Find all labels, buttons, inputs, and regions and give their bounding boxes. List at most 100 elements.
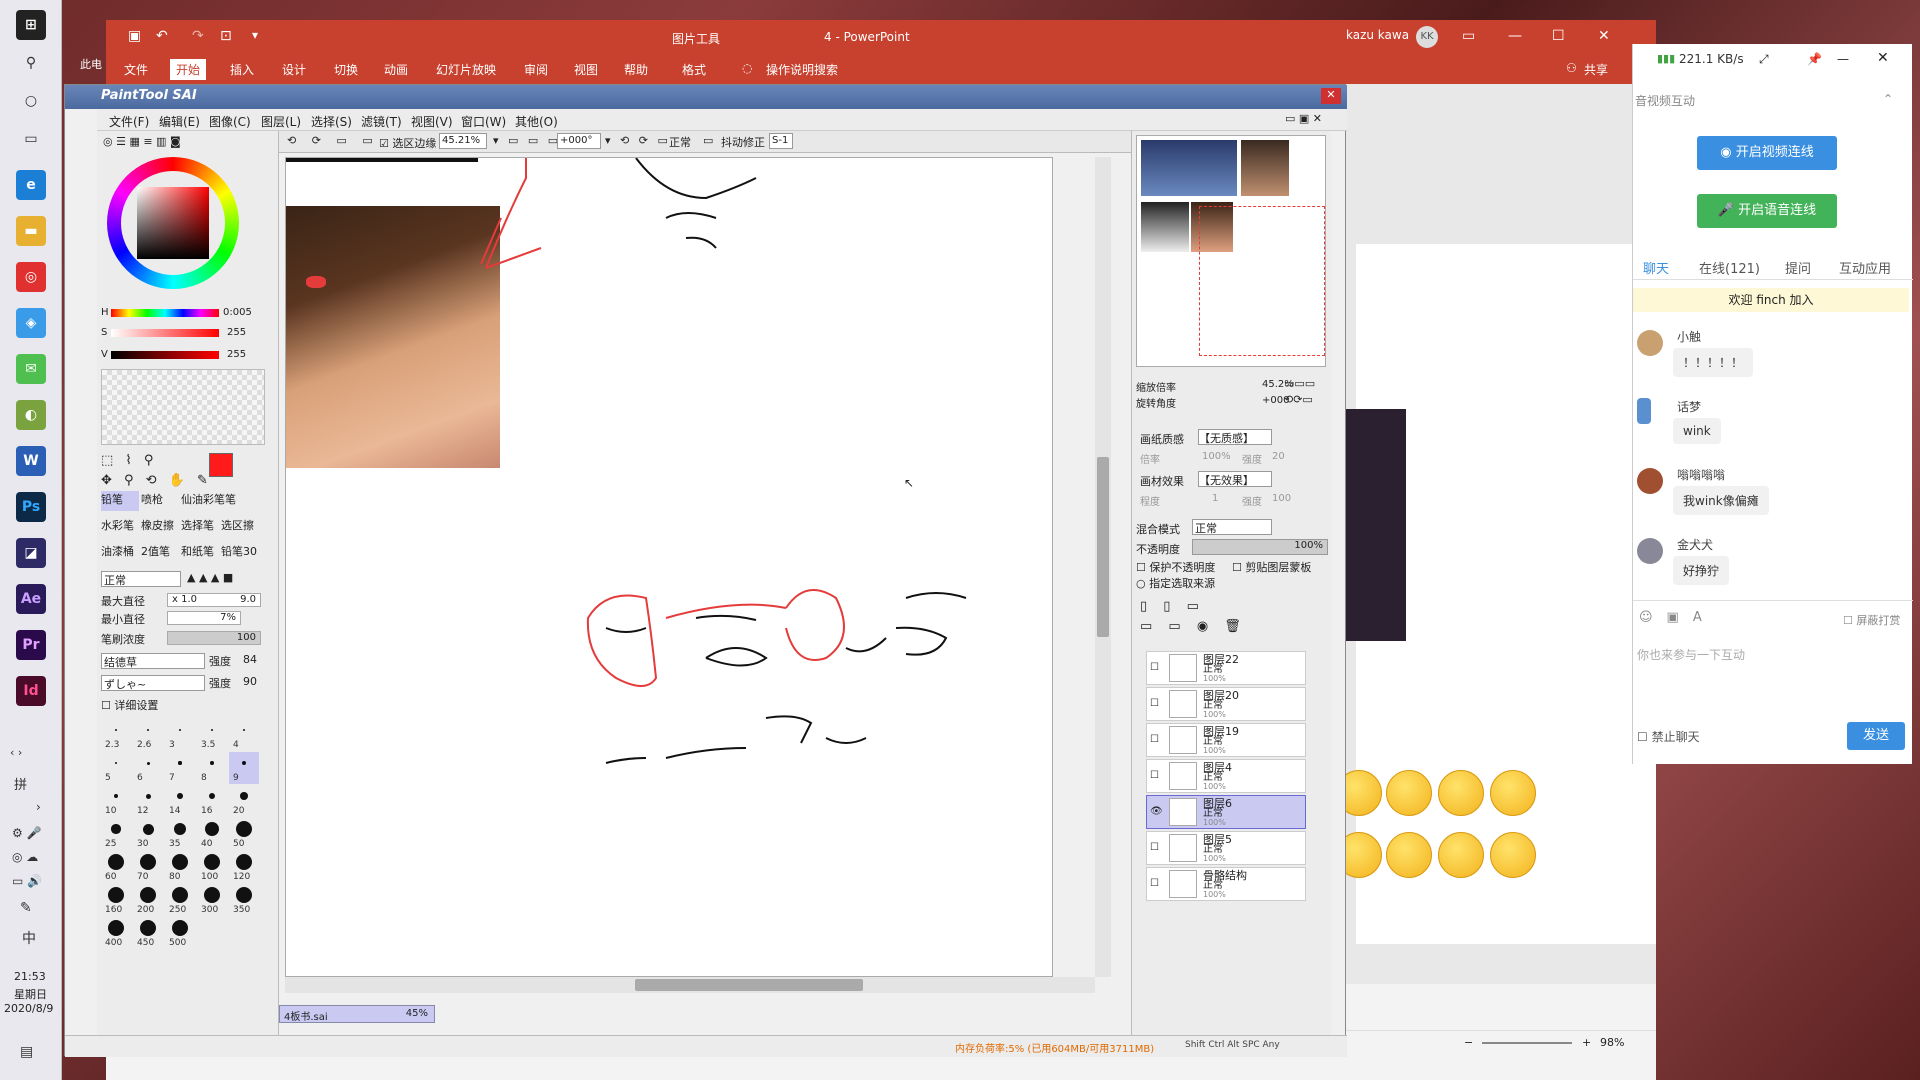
saturation-slider[interactable] xyxy=(111,329,219,337)
paper-texture-select[interactable]: 【无质感】 xyxy=(1198,429,1272,445)
brush-size-cell[interactable]: 300 xyxy=(197,884,227,916)
save-icon[interactable]: ▣ xyxy=(128,28,141,44)
zoom-field[interactable]: 45.21% xyxy=(439,133,487,149)
share-button[interactable]: 共享 xyxy=(1584,61,1608,78)
notification-icon[interactable]: ▤ xyxy=(20,1044,33,1060)
canvas-horizontal-scrollbar[interactable] xyxy=(285,977,1095,993)
detail-settings-checkbox[interactable]: ☐ 详细设置 xyxy=(101,697,158,713)
menu-window[interactable]: 窗口(W) xyxy=(461,113,506,130)
task-view-icon[interactable]: ▭ xyxy=(16,124,46,154)
menu-filter[interactable]: 滤镜(T) xyxy=(361,113,402,130)
blend-select[interactable]: 正常 xyxy=(1192,519,1272,535)
tab-animations[interactable]: 动画 xyxy=(384,61,408,78)
undo-icon[interactable]: ↶ xyxy=(156,28,168,44)
brush-size-cell[interactable]: 2.6 xyxy=(133,719,163,751)
brush-size-cell[interactable]: 35 xyxy=(165,818,195,850)
premiere-rush-icon[interactable]: ◪ xyxy=(16,538,46,568)
pin-icon[interactable]: 📌 xyxy=(1807,52,1822,66)
volume-icon[interactable]: ▭ 🔊 xyxy=(12,874,42,888)
brush-size-cell[interactable]: 80 xyxy=(165,851,195,883)
minimize-chat-icon[interactable]: — xyxy=(1837,52,1849,66)
visibility-toggle[interactable]: ☐ xyxy=(1150,734,1159,745)
tab-slideshow[interactable]: 幻灯片放映 xyxy=(436,61,496,78)
tool-oil-brush[interactable]: 仙油彩笔 xyxy=(181,491,225,507)
texture-strength-value[interactable]: 84 xyxy=(243,653,257,666)
brush-size-cell[interactable]: 40 xyxy=(197,818,227,850)
tab-design[interactable]: 设计 xyxy=(282,61,306,78)
brush-size-cell[interactable]: 5 xyxy=(101,752,131,784)
brush-size-cell[interactable]: 250 xyxy=(165,884,195,916)
brush-size-cell[interactable]: 70 xyxy=(133,851,163,883)
selection-tools[interactable]: ⬚ ⌇ ⚲ xyxy=(101,453,157,468)
ribbon-display-icon[interactable]: ▭ xyxy=(1462,28,1475,44)
menu-layer[interactable]: 图层(L) xyxy=(261,113,301,130)
hscroll-thumb[interactable] xyxy=(635,979,863,991)
canvas-vertical-scrollbar[interactable] xyxy=(1095,157,1111,977)
taskbar-scroll-arrows[interactable]: ‹ › xyxy=(10,746,22,759)
tab-review[interactable]: 审阅 xyxy=(524,61,548,78)
layer-row[interactable]: ☐ 图层5 正常 100% xyxy=(1146,831,1306,865)
input-toolbar-icons[interactable]: ☺▣A xyxy=(1639,610,1716,625)
tab-chat[interactable]: 聊天 xyxy=(1643,258,1669,277)
tab-view[interactable]: 视图 xyxy=(574,61,598,78)
rotate-buttons[interactable]: ▾ ⟲ ⟳ ▭ xyxy=(605,134,671,147)
slide-image[interactable] xyxy=(1346,409,1406,641)
brush-size-cell[interactable]: 500 xyxy=(165,917,195,949)
ban-chat-checkbox[interactable]: ☐ 禁止聊天 xyxy=(1637,728,1700,745)
chat-input[interactable]: 你也来参与一下互动 xyxy=(1637,646,1745,663)
brush-size-cell[interactable]: 350 xyxy=(229,884,259,916)
visibility-toggle[interactable]: 👁 xyxy=(1150,806,1163,817)
send-button[interactable]: 发送 xyxy=(1847,722,1905,750)
brush-size-cell[interactable]: 3 xyxy=(165,719,195,751)
min-size-field[interactable]: 7% xyxy=(167,611,241,625)
tab-questions[interactable]: 提问 xyxy=(1785,258,1811,277)
brush-size-cell[interactable]: 120 xyxy=(229,851,259,883)
user-avatar[interactable]: KK xyxy=(1416,26,1438,48)
visibility-toggle[interactable]: ☐ xyxy=(1150,662,1159,673)
brush-size-cell[interactable]: 2.3 xyxy=(101,719,131,751)
netease-music-icon[interactable]: ◎ xyxy=(16,262,46,292)
tool-watercolor[interactable]: 水彩笔 xyxy=(101,517,134,533)
brush-size-cell[interactable]: 8 xyxy=(197,752,227,784)
brush-size-cell[interactable]: 25 xyxy=(101,818,131,850)
tray-expand-icon[interactable]: › xyxy=(36,800,41,814)
tray-icons[interactable]: ⚙ 🎤 xyxy=(12,826,42,840)
vscroll-thumb[interactable] xyxy=(1097,457,1109,637)
collapse-icon[interactable]: ⌃ xyxy=(1883,92,1893,106)
foreground-color[interactable] xyxy=(209,453,233,477)
texture-select[interactable]: 结德草 xyxy=(101,653,205,669)
tab-format[interactable]: 格式 xyxy=(682,61,706,78)
brush-size-cell[interactable]: 4 xyxy=(229,719,259,751)
zoom-in-icon[interactable]: + xyxy=(1582,1036,1591,1049)
sai-app-icon[interactable]: ◐ xyxy=(16,400,46,430)
max-size-field[interactable]: x 1.0 9.0 xyxy=(167,593,261,607)
cortana-icon[interactable]: ○ xyxy=(16,86,46,116)
expand-icon[interactable]: ⤢ xyxy=(1759,52,1769,67)
tool-binary-pen[interactable]: 2值笔 xyxy=(141,543,170,559)
brush-shape-icons[interactable]: ▲ ▲ ▲ ■ xyxy=(187,571,233,584)
block-tips-checkbox[interactable]: ☐ 屏蔽打赏 xyxy=(1843,612,1900,628)
menu-view[interactable]: 视图(V) xyxy=(411,113,453,130)
tab-insert[interactable]: 插入 xyxy=(230,61,254,78)
menu-edit[interactable]: 编辑(E) xyxy=(159,113,200,130)
visibility-toggle[interactable]: ☐ xyxy=(1150,842,1159,853)
selection-edge-checkbox[interactable]: ☑ 选区边缘 xyxy=(379,135,436,151)
brush-size-cell[interactable]: 60 xyxy=(101,851,131,883)
visibility-toggle[interactable]: ☐ xyxy=(1150,878,1159,889)
edge-select[interactable]: ずしゃ~ xyxy=(101,675,205,691)
layer-row[interactable]: 👁 图层6 正常 100% xyxy=(1146,795,1306,829)
visibility-toggle[interactable]: ☐ xyxy=(1150,698,1159,709)
menu-other[interactable]: 其他(O) xyxy=(515,113,558,130)
edge-strength-value[interactable]: 90 xyxy=(243,675,257,688)
rotate-field[interactable]: +000° xyxy=(557,133,601,149)
preserve-opacity-checkbox[interactable]: ☐ 保护不透明度 xyxy=(1136,559,1215,575)
present-icon[interactable]: ⊡ xyxy=(220,28,232,44)
ime-indicator[interactable]: 中 xyxy=(22,928,36,948)
color-swatches[interactable] xyxy=(101,369,265,445)
tool-airbrush[interactable]: 喷枪 xyxy=(141,491,163,507)
stabilizer-select[interactable]: S-1 xyxy=(769,133,793,149)
tab-file[interactable]: 文件 xyxy=(124,61,148,78)
brush-size-cell[interactable]: 10 xyxy=(101,785,131,817)
tool-eraser[interactable]: 橡皮擦 xyxy=(141,517,174,533)
edge-icon[interactable]: e xyxy=(16,170,46,200)
